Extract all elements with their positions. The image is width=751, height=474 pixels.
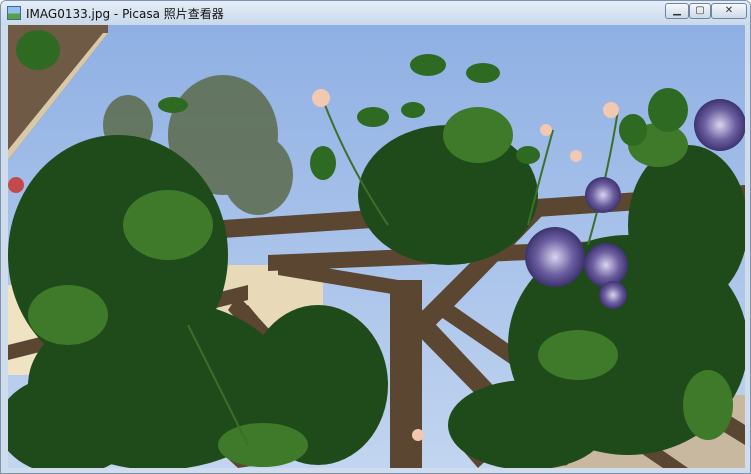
picasa-app-icon	[7, 6, 21, 20]
picasa-photo-viewer-window: IMAG0133.jpg - Picasa 照片查看器 ▁ ▢ ✕	[0, 0, 751, 474]
window-title: IMAG0133.jpg - Picasa 照片查看器	[26, 7, 224, 21]
maximize-icon: ▢	[695, 5, 705, 16]
minimize-icon: ▁	[673, 5, 681, 16]
photo-viewport[interactable]	[8, 25, 745, 468]
garden-photo	[8, 25, 745, 468]
maximize-button[interactable]: ▢	[689, 3, 711, 19]
close-button[interactable]: ✕	[711, 3, 747, 19]
close-icon: ✕	[724, 5, 734, 16]
title-bar[interactable]: IMAG0133.jpg - Picasa 照片查看器 ▁ ▢ ✕	[1, 1, 750, 25]
minimize-button[interactable]: ▁	[665, 3, 689, 19]
